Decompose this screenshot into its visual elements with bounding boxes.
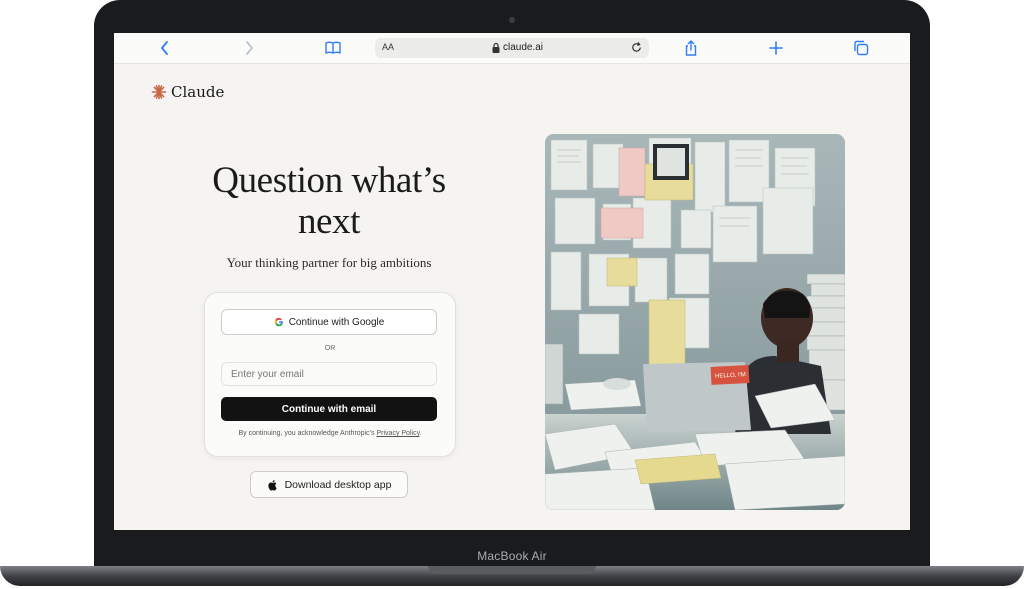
legal-notice: By continuing, you acknowledge Anthropic… (205, 430, 455, 437)
page-subtitle: Your thinking partner for big ambitions (226, 255, 432, 270)
forward-icon[interactable] (240, 39, 258, 57)
brand-name: Claude (171, 83, 225, 101)
bookmarks-icon[interactable] (324, 39, 342, 57)
url-text: claude.ai (503, 42, 544, 53)
google-icon (274, 317, 283, 327)
google-button-label: Continue with Google (288, 316, 385, 328)
tabs-icon[interactable] (852, 39, 870, 57)
privacy-policy-link[interactable]: Privacy Policy (377, 430, 420, 437)
browser-toolbar: AA claude.ai (114, 33, 910, 64)
hero-photo: HELLO, I'M (545, 134, 845, 510)
share-icon[interactable] (682, 39, 700, 57)
login-card: Continue with Google OR Continue with em… (204, 292, 456, 457)
email-field[interactable] (221, 362, 437, 386)
legal-text: By continuing, you acknowledge Anthropic… (238, 430, 377, 437)
office-papers-illustration: HELLO, I'M (545, 134, 845, 510)
download-desktop-app-button[interactable]: Download desktop app (250, 471, 408, 498)
download-button-label: Download desktop app (284, 478, 392, 491)
page-title: Question what’s next (212, 160, 446, 242)
back-icon[interactable] (156, 39, 174, 57)
legal-suffix: . (419, 430, 422, 437)
continue-with-email-button[interactable]: Continue with email (221, 397, 437, 421)
browser-window: AA claude.ai Claude Question what’s next… (114, 33, 910, 530)
text-size-button[interactable]: AA (382, 42, 394, 52)
laptop-notch (428, 566, 596, 574)
device-label: MacBook Air (477, 549, 547, 563)
lock-icon (492, 42, 500, 53)
claude-starburst-icon (151, 84, 167, 100)
continue-with-google-button[interactable]: Continue with Google (221, 309, 437, 335)
address-bar[interactable]: AA claude.ai (375, 38, 649, 58)
apple-icon (267, 479, 277, 490)
new-tab-icon[interactable] (767, 39, 785, 57)
claude-logo[interactable]: Claude (151, 83, 224, 101)
camera (509, 17, 515, 23)
or-divider: OR (324, 345, 336, 352)
reload-icon[interactable] (630, 41, 643, 54)
